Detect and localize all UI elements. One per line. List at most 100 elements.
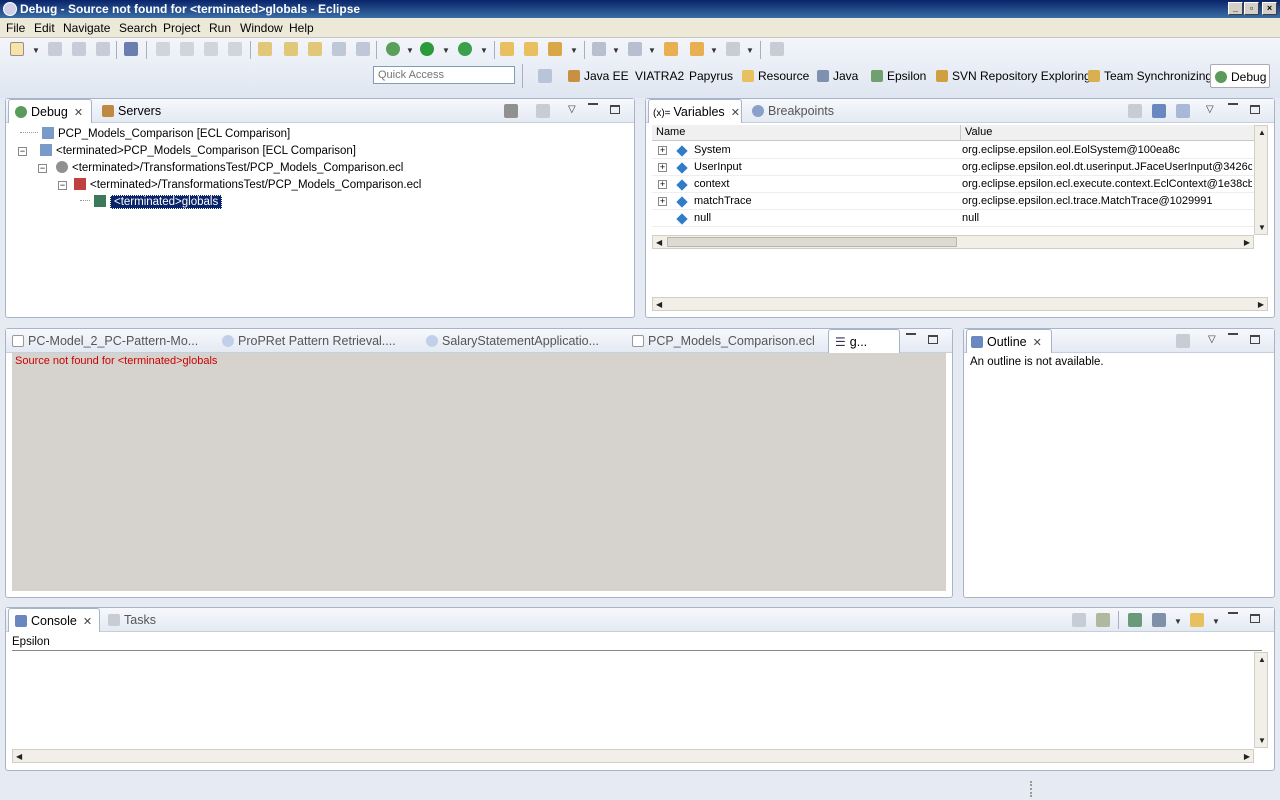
previous-annotation-icon[interactable] — [628, 42, 642, 56]
view-options-icon[interactable] — [1176, 334, 1190, 348]
display-console-icon[interactable] — [1152, 613, 1166, 627]
perspective-viatra2[interactable]: VIATRA2 — [635, 69, 684, 83]
suspend-icon[interactable] — [180, 42, 194, 56]
forward-icon[interactable] — [726, 42, 740, 56]
scroll-thumb[interactable] — [667, 237, 957, 247]
chevron-down-icon[interactable]: ▼ — [442, 46, 450, 55]
tree-item-globals[interactable]: <terminated>globals — [80, 194, 223, 210]
chevron-down-icon[interactable]: ▼ — [1212, 617, 1220, 626]
menu-edit[interactable]: Edit — [34, 21, 55, 35]
chevron-down-icon[interactable]: ▼ — [648, 46, 656, 55]
view-menu-icon[interactable]: ▽ — [1206, 104, 1214, 115]
perspective-team-sync[interactable]: Team Synchronizing — [1088, 69, 1212, 83]
menu-navigate[interactable]: Navigate — [63, 21, 110, 35]
table-row[interactable]: + System org.eclipse.epsilon.eol.EolSyst… — [652, 142, 1254, 159]
open-type-icon[interactable] — [500, 42, 514, 56]
editor-tab-4[interactable]: PCP_Models_Comparison.ecl — [632, 329, 815, 353]
menu-file[interactable]: File — [6, 21, 25, 35]
editor-tab-2[interactable]: ProPRet Pattern Retrieval.... — [222, 329, 396, 353]
column-header-name[interactable]: Name — [652, 125, 960, 141]
maximize-icon[interactable] — [1250, 105, 1260, 114]
menu-project[interactable]: Project — [163, 21, 200, 35]
editor-tab-globals[interactable]: ☰ g... — [828, 329, 900, 353]
last-edit-icon[interactable] — [664, 42, 678, 56]
new-icon[interactable] — [10, 42, 24, 56]
scroll-left-icon[interactable]: ◀ — [656, 238, 662, 247]
editor-tab-3[interactable]: SalaryStatementApplicatio... — [426, 329, 599, 353]
collapse-icon[interactable]: − — [38, 164, 47, 173]
scroll-left-icon[interactable]: ◀ — [16, 752, 22, 761]
chevron-down-icon[interactable]: ▼ — [480, 46, 488, 55]
perspective-resource[interactable]: Resource — [742, 69, 809, 83]
debug-icon[interactable] — [386, 42, 400, 56]
clear-console-icon[interactable] — [1072, 613, 1086, 627]
scroll-down-icon[interactable]: ▼ — [1258, 223, 1266, 232]
open-perspective-icon[interactable] — [538, 69, 552, 83]
remove-terminated-icon[interactable] — [504, 104, 518, 118]
resume-icon[interactable] — [156, 42, 170, 56]
minimize-button[interactable]: _ — [1228, 2, 1243, 15]
close-icon[interactable]: ✕ — [74, 107, 83, 119]
perspective-java[interactable]: Java — [817, 69, 858, 83]
scroll-lock-icon[interactable] — [1096, 613, 1110, 627]
tab-variables[interactable]: (x)= Variables ✕ — [648, 99, 742, 123]
tab-outline[interactable]: Outline ✕ — [966, 329, 1052, 353]
collapse-all-icon[interactable] — [1176, 104, 1190, 118]
use-step-filters-icon[interactable] — [356, 42, 370, 56]
maximize-icon[interactable] — [928, 335, 938, 344]
table-row[interactable]: + context org.eclipse.epsilon.ecl.execut… — [652, 176, 1254, 193]
menu-search[interactable]: Search — [119, 21, 157, 35]
scroll-left-icon[interactable]: ◀ — [656, 300, 662, 309]
pin-console-icon[interactable] — [1128, 613, 1142, 627]
run-icon[interactable] — [420, 42, 434, 56]
minimize-icon[interactable] — [906, 333, 916, 335]
save-icon[interactable] — [48, 42, 62, 56]
drop-to-frame-icon[interactable] — [332, 42, 346, 56]
maximize-icon[interactable] — [1250, 335, 1260, 344]
tree-item-thread[interactable]: <terminated>/TransformationsTest/PCP_Mod… — [74, 177, 421, 193]
tab-breakpoints[interactable]: Breakpoints — [748, 99, 834, 123]
perspective-java-ee[interactable]: Java EE — [568, 69, 629, 83]
perspective-papyrus[interactable]: Papyrus — [689, 69, 733, 83]
chevron-down-icon[interactable]: ▼ — [570, 46, 578, 55]
save-all-icon[interactable] — [72, 42, 86, 56]
next-annotation-icon[interactable] — [592, 42, 606, 56]
restore-button[interactable]: ▫ — [1244, 2, 1259, 15]
step-over-icon[interactable] — [284, 42, 298, 56]
skip-breakpoints-icon[interactable] — [124, 42, 138, 56]
chevron-down-icon[interactable]: ▼ — [32, 46, 40, 55]
tab-console[interactable]: Console ✕ — [8, 608, 100, 632]
show-logical-structure-icon[interactable] — [1152, 104, 1166, 118]
minimize-icon[interactable] — [1228, 103, 1238, 105]
back-icon[interactable] — [690, 42, 704, 56]
chevron-down-icon[interactable]: ▼ — [710, 46, 718, 55]
column-header-value[interactable]: Value — [960, 125, 1254, 141]
tab-debug[interactable]: Debug ✕ — [8, 99, 92, 123]
tree-item-terminated-launch[interactable]: <terminated>PCP_Models_Comparison [ECL C… — [40, 143, 356, 159]
chevron-down-icon[interactable]: ▼ — [406, 46, 414, 55]
maximize-icon[interactable] — [1250, 614, 1260, 623]
editor-content[interactable]: Source not found for <terminated>globals — [12, 353, 946, 591]
perspective-svn[interactable]: SVN Repository Exploring — [936, 69, 1091, 83]
chevron-down-icon[interactable]: ▼ — [746, 46, 754, 55]
close-window-button[interactable]: × — [1262, 2, 1277, 15]
show-type-names-icon[interactable] — [1128, 104, 1142, 118]
terminate-icon[interactable] — [204, 42, 218, 56]
disconnect-icon[interactable] — [228, 42, 242, 56]
scroll-right-icon[interactable]: ▶ — [1244, 238, 1250, 247]
scroll-up-icon[interactable]: ▲ — [1258, 128, 1266, 137]
expand-icon[interactable]: + — [658, 146, 667, 155]
menu-window[interactable]: Window — [240, 21, 283, 35]
view-options-icon[interactable] — [536, 104, 550, 118]
detail-horizontal-scrollbar[interactable]: ◀ ▶ — [652, 297, 1268, 311]
pin-editor-icon[interactable] — [770, 42, 784, 56]
menu-help[interactable]: Help — [289, 21, 314, 35]
pen-icon[interactable] — [548, 42, 562, 56]
console-horizontal-scrollbar[interactable]: ◀ ▶ — [12, 749, 1254, 763]
step-into-icon[interactable] — [258, 42, 272, 56]
tree-item-debug-target[interactable]: <terminated>/TransformationsTest/PCP_Mod… — [56, 160, 403, 176]
step-return-icon[interactable] — [308, 42, 322, 56]
tree-item-launch[interactable]: PCP_Models_Comparison [ECL Comparison] — [20, 126, 290, 142]
view-menu-icon[interactable]: ▽ — [1208, 334, 1216, 345]
open-console-icon[interactable] — [1190, 613, 1204, 627]
